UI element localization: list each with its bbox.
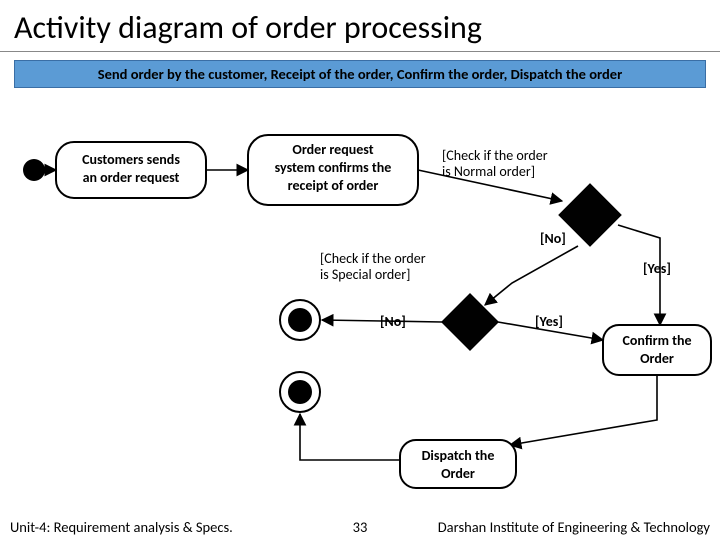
activity-confirm-order: Confirm the Order [603, 325, 711, 375]
svg-text:Order request: Order request [292, 141, 373, 158]
final-node-lower-icon [280, 372, 320, 412]
initial-node-icon [23, 159, 45, 181]
svg-text:an order request: an order request [83, 169, 180, 186]
footer-right: Darshan Institute of Engineering & Techn… [438, 518, 710, 536]
decision-special-icon [442, 294, 499, 351]
final-node-upper-icon [280, 300, 320, 340]
svg-text:Dispatch the: Dispatch the [422, 447, 495, 464]
guard-no-top: [No] [540, 230, 566, 247]
activity-diagram: Customers sends an order request Order r… [0, 0, 720, 540]
decision-normal-icon [559, 184, 621, 246]
svg-text:Order: Order [640, 350, 674, 367]
svg-text:receipt of order: receipt of order [288, 177, 379, 194]
guard-special: [Check if the orderis Special order] [320, 250, 426, 283]
activity-send-request: Customers sends an order request [56, 142, 206, 198]
svg-text:system confirms the: system confirms the [275, 159, 392, 176]
svg-text:Customers sends: Customers sends [82, 151, 180, 168]
guard-normal: [Check if the orderis Normal order] [442, 147, 548, 180]
guard-yes-right: [Yes] [643, 260, 671, 277]
activity-dispatch-order: Dispatch the Order [400, 440, 516, 488]
guard-yes-mid: [Yes] [535, 313, 563, 330]
svg-text:Order: Order [441, 465, 475, 482]
activity-confirm-receipt: Order request system confirms the receip… [248, 135, 418, 205]
svg-text:Confirm the: Confirm the [622, 332, 691, 349]
